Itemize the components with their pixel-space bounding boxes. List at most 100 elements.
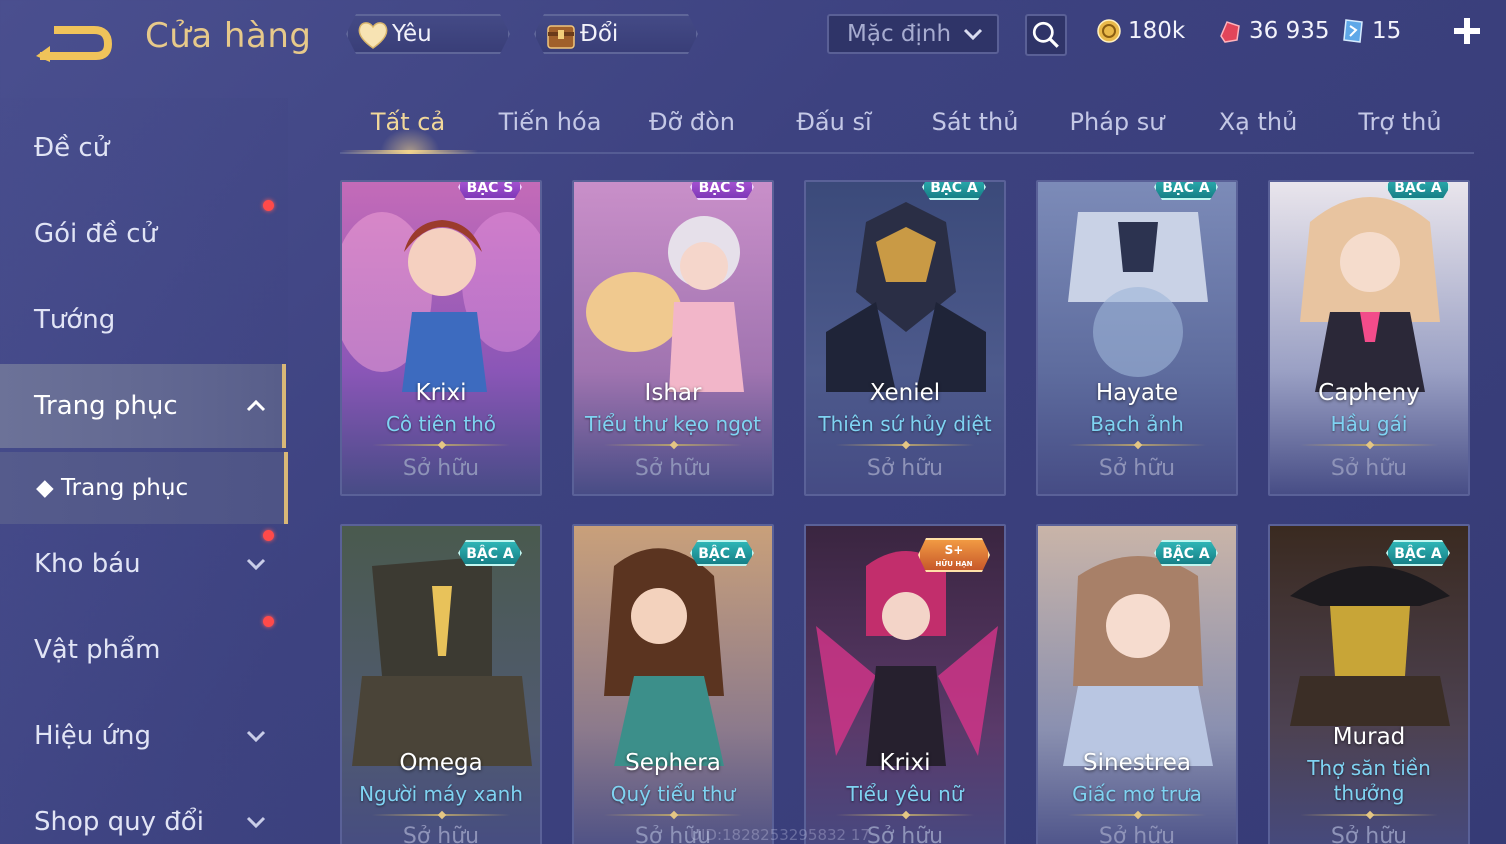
sidebar-subitem-text: Trang phục — [61, 475, 189, 501]
skin-name: Bạch ảnh — [1090, 412, 1184, 436]
badge-subtext: HỮU HẠN — [935, 560, 973, 568]
shard-exchange-button[interactable]: Đổi mảnh — [534, 14, 698, 54]
hero-name: Sephera — [625, 750, 721, 776]
back-arrow-icon[interactable] — [34, 20, 114, 64]
tab-evolution[interactable]: Tiến hóa — [499, 108, 602, 136]
sidebar-item-label: Kho báu — [34, 549, 141, 579]
page-title: Cửa hàng — [145, 16, 312, 56]
sidebar-item-items[interactable]: Vật phẩm — [0, 608, 286, 692]
sort-dropdown[interactable]: Mặc định — [827, 14, 999, 54]
chevron-down-icon — [246, 730, 266, 742]
skin-name: Quý tiểu thư — [610, 782, 736, 806]
hero-name: Hayate — [1095, 380, 1179, 406]
notification-dot — [263, 200, 274, 211]
hero-name: Omega — [399, 750, 483, 776]
hero-name: Krixi — [415, 380, 467, 406]
notification-dot — [263, 616, 274, 627]
skin-card-ishar-candy[interactable]: BẬC S Ishar Tiểu thư kẹo ngọt Sở hữu — [572, 180, 774, 496]
sidebar-item-treasure[interactable]: Kho báu — [0, 522, 286, 606]
voucher-amount: 15 — [1372, 18, 1402, 44]
ownership-status: Sở hữu — [402, 456, 480, 481]
ownership-status: Sở hữu — [634, 456, 712, 481]
gold-currency: 180k — [1096, 16, 1196, 46]
favorites-label: Yêu thích — [392, 21, 450, 83]
sidebar-item-exchange-shop[interactable]: Shop quy đổi — [0, 780, 286, 844]
skin-name-line1: Thợ săn tiền — [1307, 756, 1431, 780]
sidebar-item-effects[interactable]: Hiệu ứng — [0, 694, 286, 778]
sort-selected-value: Mặc định — [847, 21, 952, 47]
tab-mage[interactable]: Pháp sư — [1070, 108, 1165, 136]
hero-name: Capheny — [1318, 380, 1420, 406]
tab-support[interactable]: Trợ thủ — [1358, 108, 1441, 136]
shard-exchange-label: Đổi mảnh — [580, 21, 646, 83]
skin-card-krixi-little-demon[interactable]: S+ HỮU HẠN Krixi Tiểu yêu nữ Sở hữu — [804, 524, 1006, 844]
tier-badge: BẬC A — [458, 540, 522, 566]
skin-name: Người máy xanh — [359, 782, 523, 806]
skin-card-omega-green-robot[interactable]: BẬC A Omega Người máy xanh Sở hữu — [340, 524, 542, 844]
tier-badge: BẬC A — [1386, 180, 1450, 200]
skin-name: Tiểu thư kẹo ngọt — [585, 412, 761, 436]
sidebar-item-label: Gói đề cử — [34, 219, 158, 249]
hero-name: Krixi — [879, 750, 931, 776]
uid-watermark: UID:1828253295832 17 — [690, 826, 870, 844]
tier-badge: BẬC A — [690, 540, 754, 566]
voucher-currency: 15 — [1340, 16, 1410, 46]
skin-name: Giấc mơ trưa — [1072, 782, 1202, 806]
plus-icon[interactable] — [1452, 16, 1482, 46]
heart-icon — [356, 18, 390, 52]
tier-badge-limited: S+ HỮU HẠN — [918, 538, 990, 572]
tier-badge: BẬC A — [1154, 180, 1218, 200]
red-gem-icon — [1220, 21, 1240, 43]
sidebar-item-skins[interactable]: Trang phục — [0, 364, 286, 448]
sidebar-item-heroes[interactable]: Tướng — [0, 278, 286, 362]
shop-screen: Cửa hàng Yêu thích Đổi mảnh Mặc định 180… — [0, 0, 1506, 844]
skin-name-line2: thưởng — [1333, 781, 1405, 805]
ownership-status: Sở hữu — [1330, 456, 1408, 481]
tab-assassin[interactable]: Sát thủ — [932, 108, 1019, 136]
skin-name: Hầu gái — [1330, 412, 1408, 436]
notification-dot — [263, 530, 274, 541]
tier-badge: BẬC S — [458, 180, 522, 200]
sidebar-item-label: Đề cử — [34, 133, 110, 163]
voucher-icon — [1343, 19, 1363, 43]
hero-name: Xeniel — [869, 380, 941, 406]
chevron-up-icon — [246, 400, 266, 412]
ownership-status: Sở hữu — [1098, 824, 1176, 844]
sidebar-item-label: Vật phẩm — [34, 635, 161, 665]
chevron-down-icon — [963, 28, 983, 40]
sidebar-item-label: Hiệu ứng — [34, 721, 151, 751]
ownership-status: Sở hữu — [1098, 456, 1176, 481]
badge-text: S+ — [944, 543, 964, 557]
gold-amount: 180k — [1128, 18, 1186, 44]
search-icon — [1032, 21, 1059, 48]
skin-card-xeniel-destruction[interactable]: BẬC A Xeniel Thiên sứ hủy diệt Sở hữu — [804, 180, 1006, 496]
hero-name: Sinestrea — [1083, 750, 1191, 776]
skin-card-krixi-bunny[interactable]: BẬC S Krixi Cô tiên thỏ Sở hữu — [340, 180, 542, 496]
skin-name: Cô tiên thỏ — [385, 412, 497, 436]
skin-card-sephera-noble-lady[interactable]: BẬC A Sephera Quý tiểu thư Sở hữu — [572, 524, 774, 844]
active-tab-underline — [340, 150, 478, 154]
tier-badge: BẬC A — [1386, 540, 1450, 566]
tier-badge: BẬC S — [690, 180, 754, 200]
tab-all[interactable]: Tất cả — [371, 108, 445, 136]
tab-tank[interactable]: Đỡ đòn — [649, 108, 735, 136]
hero-name: Ishar — [644, 380, 702, 406]
tier-badge: BẬC A — [1154, 540, 1218, 566]
treasure-chest-icon — [544, 18, 578, 52]
skin-card-murad-bounty-hunter[interactable]: BẬC A Murad Thợ săn tiền thưởng Sở hữu — [1268, 524, 1470, 844]
tab-marksman[interactable]: Xạ thủ — [1219, 108, 1298, 136]
sidebar-item-recommended[interactable]: Đề cử — [0, 106, 286, 190]
search-button[interactable] — [1025, 14, 1067, 56]
skin-card-capheny-maid[interactable]: BẬC A Capheny Hầu gái Sở hữu — [1268, 180, 1470, 496]
skin-card-sinestrea-afternoon-dream[interactable]: BẬC A Sinestrea Giấc mơ trưa Sở hữu — [1036, 524, 1238, 844]
sidebar-item-recommended-bundles[interactable]: Gói đề cử — [0, 192, 286, 276]
ownership-status: Sở hữu — [402, 824, 480, 844]
tab-fighter[interactable]: Đấu sĩ — [796, 108, 871, 136]
tier-badge: BẬC A — [922, 180, 986, 200]
ownership-status: Sở hữu — [866, 456, 944, 481]
chevron-down-icon — [246, 816, 266, 828]
skin-card-hayate-white-shadow[interactable]: BẬC A Hayate Bạch ảnh Sở hữu — [1036, 180, 1238, 496]
sidebar-subitem-skins[interactable]: ◆ Trang phục — [0, 452, 288, 524]
sidebar-subitem-label: ◆ Trang phục — [36, 475, 189, 501]
favorites-button[interactable]: Yêu thích — [346, 14, 510, 54]
